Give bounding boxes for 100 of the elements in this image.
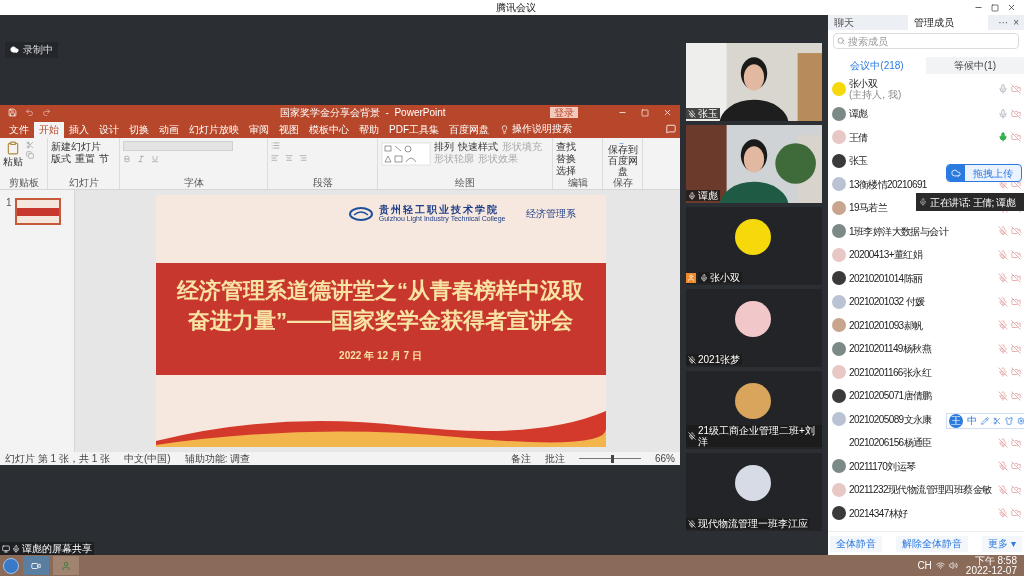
ribbon-tab[interactable]: 文件 [4,122,34,138]
lightbulb-icon [500,125,509,134]
member-tab[interactable]: 等候中(1) [926,57,1024,74]
ribbon-button[interactable]: 快速样式 [458,141,498,152]
paste-button[interactable]: 粘贴 [3,156,23,167]
ribbon-button[interactable]: 版式 [51,153,71,164]
bold-icon[interactable] [123,155,131,163]
member-name[interactable]: 20200413+董红娟 [849,249,923,261]
restore-icon[interactable] [991,3,999,12]
ribbon-button[interactable]: 重置 [75,153,95,164]
member-name[interactable]: 20210201032 付媛 [849,296,925,308]
ribbon-tab[interactable]: 幻灯片放映 [184,122,244,138]
notes-button[interactable]: 备注 [511,453,531,464]
accessibility-status[interactable]: 辅助功能: 调查 [184,453,251,464]
align-center-icon[interactable] [285,154,293,162]
member-name[interactable]: 20211170刘运琴 [849,460,916,472]
avatar [735,465,771,501]
member-name[interactable]: 20210205071唐倩鹏 [849,390,932,402]
network-icon[interactable] [935,561,945,570]
panel-action-button[interactable]: 更多 ▾ [982,535,1022,552]
ribbon-button[interactable]: 排列 [434,141,454,152]
camera-off-icon [1011,367,1021,378]
panel-action-button[interactable]: 全体静音 [830,535,883,552]
search-field[interactable]: 搜索成员 [833,33,1019,49]
close-button[interactable]: × [1008,17,1024,28]
cut-icon[interactable] [26,141,34,149]
panel-tab[interactable]: 聊天 [828,15,908,30]
login-button[interactable]: 登录 [550,107,578,118]
save-to-cloud-button[interactable]: 保存到百度网盘 [603,144,642,177]
avatar [832,482,846,497]
member-name[interactable]: 张玉 [849,155,868,167]
ribbon-tab[interactable]: PDF工具集 [384,122,444,138]
scissors-icon[interactable] [993,417,1001,425]
group-label: 字体 [182,177,205,189]
upload-button[interactable]: 拖拽上传 [946,164,1022,182]
name-tag: 21级工商企业管理二班+刘洋 [686,425,822,447]
shirt-icon[interactable] [1005,417,1013,425]
start-button[interactable] [3,557,19,574]
settings-icon[interactable] [1017,417,1024,425]
list-icon[interactable] [271,141,280,150]
comments-icon[interactable] [666,124,676,134]
member-name[interactable]: 1班李婷洋大数据与会计 [849,225,948,237]
member-name[interactable]: 19马若兰 [849,202,888,214]
ribbon-tab[interactable]: 动画 [154,122,184,138]
tell-me-search[interactable]: 操作说明搜索 [512,124,572,134]
ribbon-tab[interactable]: 开始 [34,122,64,138]
member-name[interactable]: 20214347林好 [849,507,908,519]
ribbon-button[interactable]: 查找 [556,141,576,152]
underline-icon[interactable] [151,155,159,163]
ribbon-tab[interactable]: 审阅 [244,122,274,138]
meeting-app-button[interactable] [23,556,49,575]
avatar [735,383,771,419]
member-name[interactable]: 13衡楼情20210691 [849,178,927,190]
font-field[interactable] [123,141,233,151]
member-name[interactable]: 20210201166张永红 [849,366,932,378]
close-icon[interactable] [1007,3,1016,12]
maximize-icon[interactable] [641,108,649,117]
app-button[interactable] [53,556,79,575]
copy-icon[interactable] [26,151,34,159]
zoom-slider[interactable] [579,454,641,463]
comments-button[interactable]: 批注 [545,453,565,464]
member-name[interactable]: 20211232现代物流管理四班蔡金敏 [849,484,992,496]
italic-icon[interactable] [137,155,145,163]
volume-icon[interactable] [948,561,958,570]
undo-icon[interactable] [25,108,34,117]
slide-thumbnail[interactable] [14,198,61,225]
ribbon-button[interactable]: 节 [99,153,109,164]
ribbon-tab[interactable]: 插入 [64,122,94,138]
save-icon[interactable] [8,108,17,117]
ribbon-button[interactable]: 替换 [556,153,576,164]
more-button[interactable]: ··· [998,17,1009,28]
ribbon-tab[interactable]: 视图 [274,122,304,138]
panel-tab[interactable]: 管理成员 [908,15,988,30]
member-name[interactable]: 20210201149杨秋燕 [849,343,932,355]
member-name[interactable]: 20210201014陈丽 [849,272,923,284]
slide-date: 2022 年 12 月 7 日 [339,348,422,363]
camera-off-icon [1011,390,1021,401]
panel-action-button[interactable]: 解除全体静音 [896,535,969,552]
ribbon-tab[interactable]: 设计 [94,122,124,138]
ribbon-button[interactable]: 选择 [556,165,576,176]
ribbon-tab[interactable]: 百度网盘 [444,122,494,138]
align-right-icon[interactable] [299,154,307,162]
member-name[interactable]: 谭彪 [849,108,868,120]
group-label: 编辑 [566,177,589,189]
redo-icon[interactable] [42,108,51,117]
member-name[interactable]: 20210201093郝帆 [849,319,923,331]
ribbon-tab[interactable]: 帮助 [354,122,384,138]
ribbon-tab[interactable]: 模板中心 [304,122,354,138]
member-name[interactable]: 张小双 [849,77,878,89]
pen-icon[interactable] [981,417,989,425]
member-name[interactable]: 20210206156杨通臣 [849,437,932,449]
shapes-gallery[interactable] [381,141,431,167]
member-name[interactable]: 王倩 [849,131,868,143]
align-left-icon[interactable] [271,154,279,162]
member-name[interactable]: 20210205089文永康 [849,413,932,425]
college-logo-icon [348,207,373,221]
ribbon-button[interactable]: 新建幻灯片 [51,141,101,152]
ribbon-tab[interactable]: 切换 [124,122,154,138]
ime-logo: 王 [949,414,963,428]
recording-badge: 录制中 [5,41,58,58]
